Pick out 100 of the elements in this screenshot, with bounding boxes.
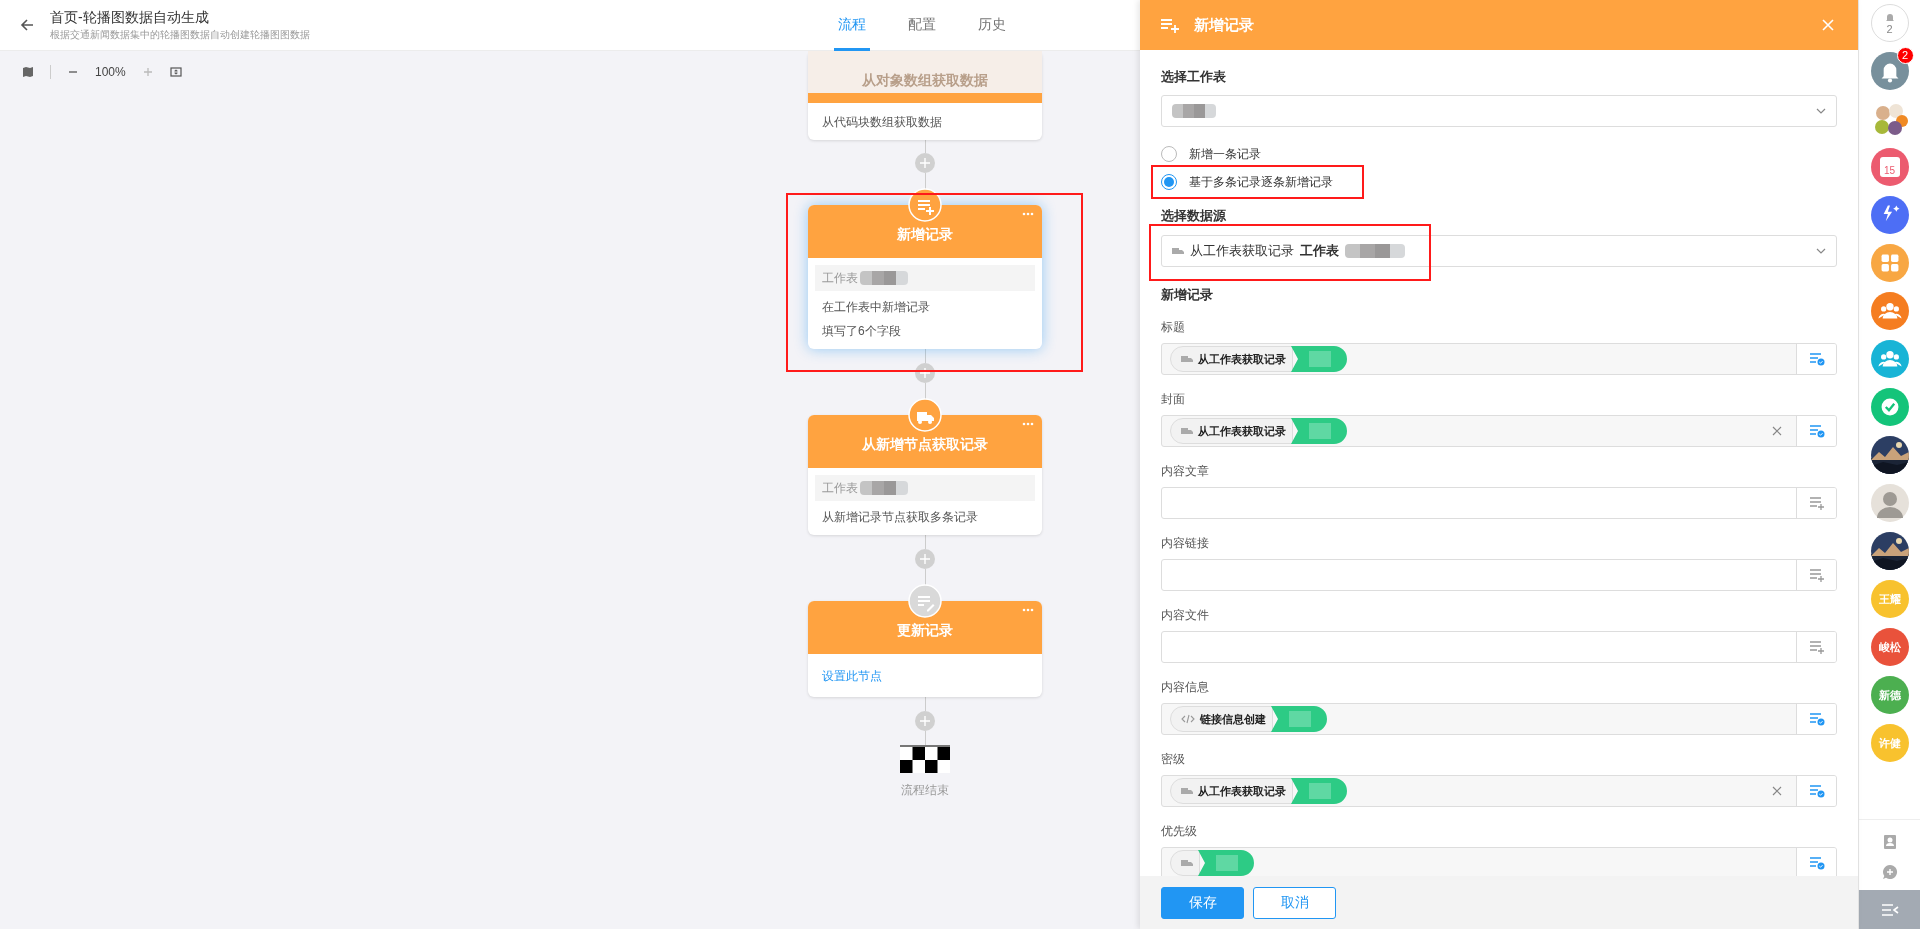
insert-field-button[interactable]	[1796, 776, 1836, 806]
insert-field-button[interactable]	[1796, 632, 1836, 662]
radio-option[interactable]: 新增一条记录	[1161, 145, 1261, 163]
insert-field-button[interactable]	[1796, 560, 1836, 590]
node-description: 填写了6个字段	[821, 323, 902, 340]
check-circle-icon[interactable]	[1870, 388, 1909, 426]
blurred-tag-value	[1271, 706, 1327, 732]
more-icon[interactable]	[1022, 212, 1034, 216]
blurred-value	[860, 271, 908, 285]
field-input[interactable]: 链接信息创建	[1161, 703, 1837, 735]
list-check-icon	[1808, 784, 1825, 798]
truck-icon	[1181, 786, 1193, 796]
field-label: 内容信息	[1161, 679, 1210, 695]
more-icon[interactable]	[1022, 422, 1034, 426]
close-icon[interactable]	[1822, 19, 1834, 31]
field-input[interactable]	[1161, 631, 1837, 663]
node-title: 从新增节点获取记录	[862, 435, 988, 454]
save-button[interactable]: 保存	[1161, 886, 1244, 919]
field-label: 优先级	[1161, 823, 1198, 839]
field-label: 标题	[1161, 319, 1186, 335]
user-avatar[interactable]: 新德	[1870, 676, 1909, 714]
user-avatar[interactable]: 峻松	[1870, 628, 1909, 666]
field-label: 内容文章	[1161, 463, 1210, 479]
clear-icon[interactable]	[1772, 786, 1782, 796]
field-input[interactable]	[1161, 847, 1837, 876]
chat-add-icon[interactable]	[1881, 864, 1898, 880]
section-heading: 新增记录	[1161, 287, 1214, 303]
cancel-button[interactable]: 取消	[1253, 886, 1336, 919]
people-icon[interactable]	[1870, 340, 1909, 378]
checkered-flag-icon	[900, 745, 950, 773]
list-check-icon	[1808, 352, 1825, 366]
node-title: 从对象数组获取数据	[862, 71, 988, 90]
radio-option[interactable]: 基于多条记录逐条新增记录	[1161, 173, 1333, 191]
blurred-tag-value	[1291, 418, 1347, 444]
field-input[interactable]: 从工作表获取记录	[1161, 415, 1837, 447]
zoom-level: 100%	[95, 64, 126, 81]
field-label: 封面	[1161, 391, 1186, 407]
collapse-menu-button[interactable]	[1859, 890, 1920, 929]
field-input[interactable]: 从工作表获取记录	[1161, 343, 1837, 375]
blurred-value	[860, 481, 908, 495]
calendar-app-icon[interactable]: 15	[1870, 148, 1909, 186]
panel-title: 新增记录	[1194, 14, 1254, 35]
back-arrow-icon[interactable]	[19, 17, 35, 33]
configure-node-link[interactable]: 设置此节点	[815, 664, 889, 688]
flow-end-label: 流程结束	[901, 782, 949, 799]
workflow-description: 根据交通新闻数据集中的轮播图数据自动创建轮播图图数据	[50, 28, 310, 42]
chevron-down-icon	[1816, 108, 1826, 114]
worksheet-label: 工作表	[822, 480, 858, 497]
node-title: 新增记录	[897, 225, 953, 244]
field-label: 内容文件	[1161, 607, 1210, 623]
people-icon[interactable]	[1870, 292, 1909, 330]
fit-screen-icon[interactable]	[169, 66, 182, 78]
insert-field-button[interactable]	[1796, 488, 1836, 518]
node-card[interactable]: 更新记录 设置此节点	[808, 601, 1042, 697]
user-avatar-icon[interactable]	[1870, 484, 1909, 522]
node-card[interactable]: 从对象数组获取数据 从代码块数组获取数据	[808, 51, 1042, 140]
data-source-select[interactable]: 从工作表获取记录 工作表	[1161, 235, 1837, 267]
field-input[interactable]	[1161, 559, 1837, 591]
insert-field-button[interactable]	[1796, 344, 1836, 374]
lightning-sparkle-icon[interactable]	[1870, 196, 1909, 234]
workflow-title: 首页-轮播图数据自动生成	[50, 8, 210, 27]
tab[interactable]: 配置	[904, 0, 940, 51]
list-check-icon	[1808, 424, 1825, 438]
worksheet-select[interactable]	[1161, 95, 1837, 127]
more-icon[interactable]	[1022, 608, 1034, 612]
add-step-icon[interactable]	[915, 363, 935, 383]
list-add-icon	[1808, 568, 1825, 582]
field-input[interactable]: 从工作表获取记录	[1161, 775, 1837, 807]
clear-icon[interactable]	[1772, 426, 1782, 436]
add-record-icon	[1160, 17, 1180, 33]
chevron-down-icon	[1816, 248, 1826, 254]
notification-bell-icon[interactable]	[1870, 52, 1909, 90]
tab[interactable]: 历史	[974, 0, 1010, 51]
truck-icon	[1181, 426, 1193, 436]
source-table-label: 工作表	[1300, 242, 1339, 261]
truck-icon	[1172, 246, 1184, 256]
zoom-in-icon[interactable]	[141, 66, 154, 78]
list-add-icon	[1808, 496, 1825, 510]
field-label: 选择工作表	[1161, 69, 1227, 85]
code-icon	[1181, 714, 1195, 724]
selected-node-card[interactable]: 新增记录 工作表 在工作表中新增记录 填写了6个字段	[808, 205, 1042, 349]
blurred-value	[1172, 104, 1216, 118]
list-check-icon	[1808, 856, 1825, 870]
field-input[interactable]	[1161, 487, 1837, 519]
grid-icon[interactable]	[1870, 244, 1909, 282]
map-icon[interactable]	[22, 66, 34, 78]
node-description: 从代码块数组获取数据	[821, 114, 943, 131]
blurred-tag-value	[1291, 778, 1347, 804]
field-label: 密级	[1161, 751, 1186, 767]
truck-icon	[1181, 858, 1193, 868]
node-card[interactable]: 从新增节点获取记录 工作表 从新增记录节点获取多条记录	[808, 415, 1042, 535]
contacts-icon[interactable]	[1882, 834, 1897, 850]
insert-field-button[interactable]	[1796, 704, 1836, 734]
insert-field-button[interactable]	[1796, 848, 1836, 876]
insert-field-button[interactable]	[1796, 416, 1836, 446]
menu-icon	[1880, 903, 1899, 916]
truck-icon	[1181, 354, 1193, 364]
worksheet-label: 工作表	[822, 270, 858, 287]
list-add-icon	[1808, 640, 1825, 654]
blurred-tag-value	[1198, 850, 1254, 876]
